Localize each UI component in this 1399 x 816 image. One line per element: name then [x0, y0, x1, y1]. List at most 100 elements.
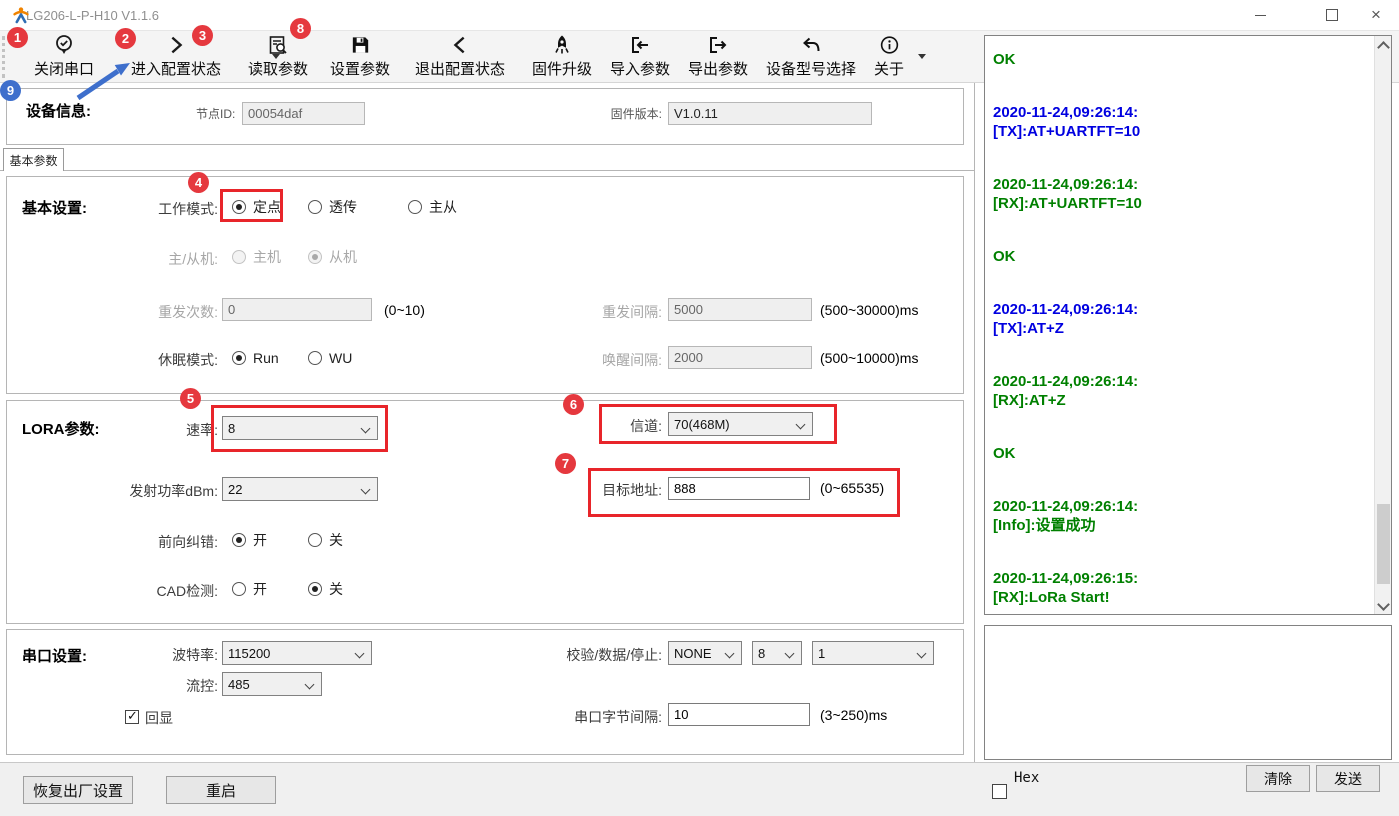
tx-power-label: 发射功率dBm: [60, 481, 218, 501]
chevron-right-icon [165, 33, 187, 57]
restore-factory-button[interactable]: 恢复出厂设置 [23, 776, 133, 804]
rate-value: 8 [228, 421, 235, 436]
save-icon [349, 33, 372, 57]
target-addr-hint: (0~65535) [820, 480, 884, 496]
port-check-icon [52, 33, 76, 57]
resend-interval-field: 5000 [668, 298, 812, 321]
about-dropdown-caret[interactable] [918, 54, 926, 59]
restore-factory-label: 恢复出厂设置 [33, 780, 123, 801]
rate-select[interactable]: 8 [222, 416, 378, 440]
scroll-up-icon[interactable] [1377, 41, 1390, 54]
toolbar-exit-config-button[interactable]: 退出配置状态 [400, 33, 520, 79]
toolbar-set-params-button[interactable]: 设置参数 [322, 33, 398, 79]
work-mode-radio-transparent[interactable]: 透传 [308, 198, 357, 216]
channel-label: 信道: [480, 416, 662, 436]
export-icon [706, 33, 730, 57]
flow-select[interactable]: 485 [222, 672, 322, 696]
tab-basic-params[interactable]: 基本参数 [3, 148, 64, 171]
sleep-mode-radio-wu[interactable]: WU [308, 349, 352, 367]
clear-button[interactable]: 清除 [1246, 765, 1310, 792]
work-mode-master-slave-label: 主从 [429, 197, 457, 217]
app-window: LG206-L-P-H10 V1.1.6 × 关闭串口 进入配置状态 读取参数 … [0, 0, 1399, 816]
fec-radio-off[interactable]: 关 [308, 531, 343, 549]
toolbar-read-params-label: 读取参数 [248, 58, 308, 79]
minimize-button[interactable] [1237, 0, 1283, 30]
target-addr-label: 目标地址: [480, 480, 662, 500]
fec-radio-on[interactable]: 开 [232, 531, 267, 549]
parity-select[interactable]: NONE [668, 641, 742, 665]
log-entry: OK [993, 50, 1353, 69]
data-bits-select[interactable]: 8 [752, 641, 802, 665]
resend-count-hint: (0~10) [384, 302, 425, 318]
resend-count-field: 0 [222, 298, 372, 321]
byte-interval-hint: (3~250)ms [820, 707, 887, 723]
log-entry: 2020-11-24,09:26:14:[Info]:设置成功 [993, 497, 1353, 535]
master-label: 主机 [253, 247, 281, 267]
echo-checkbox[interactable] [125, 710, 139, 724]
send-input[interactable] [984, 625, 1392, 760]
radio-circle [232, 582, 246, 596]
toolbar-import-params-button[interactable]: 导入参数 [602, 33, 678, 79]
tab-strip-line [0, 170, 974, 171]
log-entry: OK [993, 247, 1353, 266]
close-button[interactable]: × [1353, 0, 1399, 30]
log-panel[interactable]: OK 2020-11-24,09:26:14:[TX]:AT+UARTFT=10… [984, 35, 1392, 615]
fec-on-label: 开 [253, 530, 267, 550]
channel-select[interactable]: 70(468M) [668, 412, 813, 436]
log-entry: 2020-11-24,09:26:15:[RX]:LoRa Start! [993, 569, 1353, 607]
toolbar-read-params-button[interactable]: 读取参数 [240, 33, 316, 79]
work-mode-radio-fixed[interactable]: 定点 [232, 198, 281, 216]
log-entry: 2020-11-24,09:26:14:[RX]:AT+Z [993, 372, 1353, 410]
cad-radio-on[interactable]: 开 [232, 580, 267, 598]
radio-circle [308, 250, 322, 264]
data-bits-value: 8 [758, 646, 765, 661]
firmware-field: V1.0.11 [668, 102, 872, 125]
slave-radio: 从机 [308, 248, 357, 266]
stop-bits-value: 1 [818, 646, 825, 661]
maximize-button[interactable] [1309, 0, 1355, 30]
cad-radio-off[interactable]: 关 [308, 580, 343, 598]
resend-count-label: 重发次数: [60, 302, 218, 322]
master-radio: 主机 [232, 248, 281, 266]
hex-label: Hex [1014, 770, 1039, 786]
toolbar-import-params-label: 导入参数 [610, 58, 670, 79]
toolbar-about-label: 关于 [874, 58, 904, 79]
hex-checkbox[interactable] [992, 784, 1007, 799]
sleep-mode-radio-run[interactable]: Run [232, 349, 279, 367]
reboot-label: 重启 [206, 780, 236, 801]
baud-select[interactable]: 115200 [222, 641, 372, 665]
target-addr-field[interactable]: 888 [668, 477, 810, 500]
firmware-value: V1.0.11 [674, 106, 718, 121]
log-scrollbar[interactable] [1374, 36, 1391, 614]
stop-bits-select[interactable]: 1 [812, 641, 934, 665]
radio-circle [232, 351, 246, 365]
toolbar-model-select-button[interactable]: 设备型号选择 [758, 33, 864, 79]
radio-circle [308, 582, 322, 596]
work-mode-radio-master-slave[interactable]: 主从 [408, 198, 457, 216]
parity-data-stop-label: 校验/数据/停止: [480, 645, 662, 665]
toolbar-about-button[interactable]: 关于 [866, 33, 912, 79]
import-icon [628, 33, 652, 57]
flow-label: 流控: [60, 676, 218, 696]
parity-value: NONE [674, 646, 712, 661]
scroll-down-icon[interactable] [1377, 598, 1390, 611]
wake-interval-value: 2000 [674, 350, 703, 365]
title-bar: LG206-L-P-H10 V1.1.6 × [0, 0, 1399, 30]
echo-label: 回显 [145, 708, 173, 728]
step-badge-4: 4 [188, 172, 209, 193]
master-slave-label: 主/从机: [60, 249, 218, 269]
byte-interval-field[interactable]: 10 [668, 703, 810, 726]
usr-logo-icon [12, 6, 30, 24]
radio-circle [232, 250, 246, 264]
send-button[interactable]: 发送 [1316, 765, 1380, 792]
resend-interval-value: 5000 [674, 302, 703, 317]
toolbar-export-params-button[interactable]: 导出参数 [680, 33, 756, 79]
step-badge-7: 7 [555, 453, 576, 474]
tx-power-select[interactable]: 22 [222, 477, 378, 501]
log-scrollbar-thumb[interactable] [1377, 504, 1390, 584]
clear-label: 清除 [1264, 769, 1292, 789]
reboot-button[interactable]: 重启 [166, 776, 276, 804]
toolbar-firmware-upgrade-button[interactable]: 固件升级 [524, 33, 600, 79]
step-badge-1: 1 [7, 27, 28, 48]
byte-interval-label: 串口字节间隔: [480, 707, 662, 727]
